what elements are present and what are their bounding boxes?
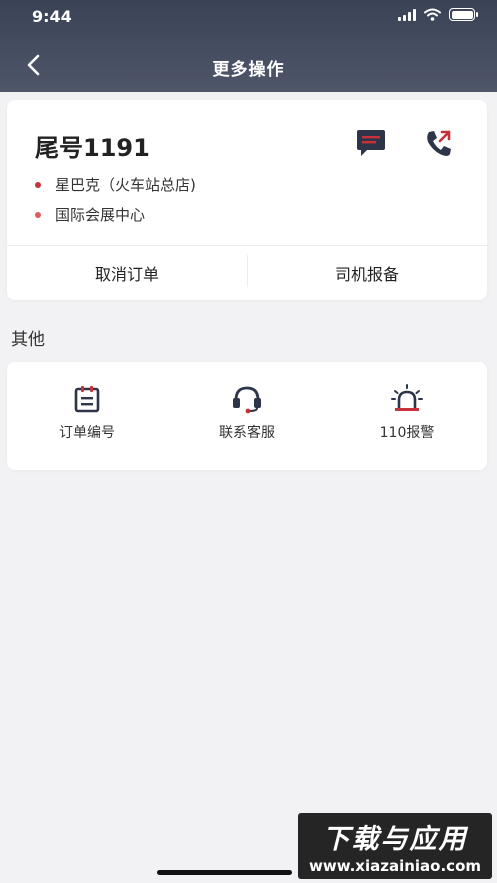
headset-icon [233,386,261,414]
watermark: 下载与应用 www.xiazainiao.com [298,813,492,879]
message-button[interactable] [355,128,387,162]
pickup-address-text: 星巴克（火车站总店) [55,176,196,194]
plate-tail-number: 尾号1191 [35,134,150,162]
contact-support-button[interactable]: 联系客服 [167,384,327,442]
call-button[interactable] [423,128,455,162]
clipboard-icon [74,386,100,413]
watermark-url: www.xiazainiao.com [308,857,482,875]
dropoff-dot [35,211,41,218]
home-indicator[interactable] [157,870,292,875]
status-icons [398,8,478,21]
order-number-label: 订单编号 [59,425,115,441]
message-icon [357,130,385,156]
alarm-light-icon [391,384,423,411]
driver-report-button[interactable]: 司机报备 [247,246,487,300]
watermark-title: 下载与应用 [322,824,468,855]
other-card: 订单编号 联系客服 110报警 [7,362,487,470]
header-bar: 9:44 更多操作 [0,0,497,92]
trip-card: 尾号1191 星巴克（火车站总店) 国际会展中心 取消订单 司机报备 [7,100,487,300]
dropoff-address: 国际会展中心 [35,204,145,225]
police-alarm-label: 110报警 [379,425,435,441]
signal-icon [398,8,416,21]
police-alarm-button[interactable]: 110报警 [327,384,487,442]
page-title: 更多操作 [212,60,285,80]
battery-icon [449,8,478,21]
phone-call-icon [427,130,451,156]
section-title-other: 其他 [11,330,45,350]
contact-support-label: 联系客服 [219,425,275,441]
pickup-dot [35,181,41,188]
status-time: 9:44 [32,7,72,26]
dropoff-address-text: 国际会展中心 [55,206,146,224]
pickup-address: 星巴克（火车站总店) [35,174,196,195]
wifi-icon [424,8,441,21]
cancel-order-button[interactable]: 取消订单 [7,246,247,300]
order-number-button[interactable]: 订单编号 [7,384,167,442]
